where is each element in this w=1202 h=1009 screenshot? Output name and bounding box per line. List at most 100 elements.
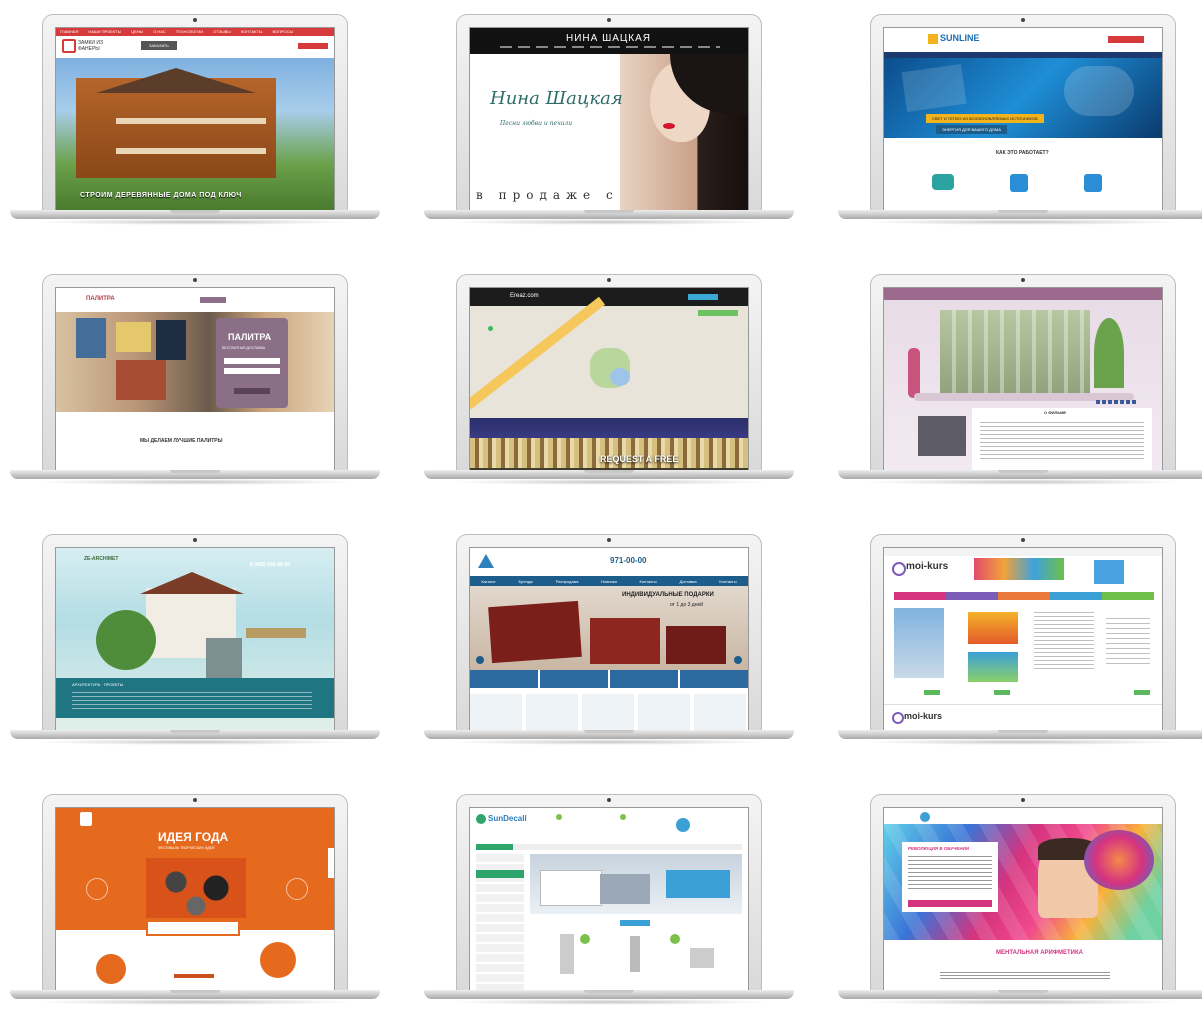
laptop-8: 971-00-00 Каталог Бренды Распродажа Нови… [424, 534, 794, 749]
laptop-base [424, 990, 794, 999]
feature-icon [1084, 174, 1102, 192]
laptop-lid: moi-kurs moi-kurs [870, 534, 1176, 732]
signup-button[interactable] [908, 900, 992, 907]
screen-idea-site: ИДЕЯ ГОДА ФЕСТИВАЛЬ ТВОРЧЕСКИХ ИДЕЙ [56, 808, 334, 990]
nav-item[interactable]: Доставка [679, 579, 696, 584]
header-collage [974, 558, 1064, 580]
screen-film-site: О ФИЛЬМЕ [884, 288, 1162, 470]
laptop-lid: 971-00-00 Каталог Бренды Распродажа Нови… [456, 534, 762, 732]
laptop-lid: О ФИЛЬМЕ [870, 274, 1176, 472]
camera-icon [607, 798, 611, 802]
script-subtitle: Песни любви и печали [500, 120, 573, 127]
card-title: ПАЛИТРА [228, 332, 272, 342]
screen-house-project-site: ZE-ARCHIMET 8 (495) 640-00-00 АРХИТЕКТУР… [56, 548, 334, 730]
phone-number: 8 (495) 640-00-00 [250, 562, 291, 568]
nav-item[interactable]: Контакты [719, 579, 736, 584]
nav-item[interactable]: ТЕХНОЛОГИИ [176, 29, 203, 34]
laptop-6: О ФИЛЬМЕ [838, 274, 1202, 489]
gold-badge[interactable] [246, 628, 306, 638]
nav-item[interactable]: Новинки [601, 579, 617, 584]
promo-text: REQUEST A FREE [600, 454, 679, 464]
side-toolbar[interactable] [328, 848, 334, 878]
submit-button[interactable] [234, 388, 270, 394]
social-icons[interactable] [1096, 400, 1136, 404]
wood-house [76, 78, 276, 178]
site-logo: Ereaz.com [510, 293, 539, 299]
laptop-base [10, 210, 380, 219]
logo-icon [62, 39, 76, 53]
footer-logo: moi-kurs [904, 711, 943, 721]
hero-slogan: ИНДИВИДУАЛЬНЫЕ ПОДАРКИ [622, 592, 714, 598]
screen-courses-site: moi-kurs moi-kurs [884, 548, 1162, 730]
footer-logo-icon [892, 712, 904, 724]
hero-title: ИДЕЯ ГОДА [158, 830, 229, 844]
nav-item[interactable]: О НАС [153, 29, 166, 34]
site-logo: SunDecall [488, 814, 527, 823]
feature-icon [1010, 174, 1028, 192]
site-logo: ПАЛИТРА [86, 296, 115, 302]
laptop-lid: SUNLINE СВЕТ И ТЕПЛО ИЗ ВОЗОБНОВЛЯЕМЫХ И… [870, 14, 1176, 212]
site-logo: ЗАМКИ ИЗ ФАНЕРЫ [78, 40, 104, 52]
laptop-lid: Ereaz.com REQUEST A FREE [456, 274, 762, 472]
laptop-7: ZE-ARCHIMET 8 (495) 640-00-00 АРХИТЕКТУР… [10, 534, 380, 749]
laptop-base [10, 990, 380, 999]
logo-icon [80, 812, 92, 826]
hero-subtitle: ФЕСТИВАЛЬ ТВОРЧЕСКИХ ИДЕЙ [158, 846, 215, 850]
slider-next-icon[interactable] [734, 656, 742, 664]
screen-sundecall-site: SunDecall [470, 808, 748, 990]
camera-icon [193, 278, 197, 282]
map-pin-icon[interactable] [488, 326, 493, 331]
logo-icon [892, 562, 906, 576]
laptop-lid: НИНА ШАЦКАЯ Нина Шацкая Песни любви и пе… [456, 14, 762, 212]
nav-item[interactable]: Контакты [639, 579, 656, 584]
nav-item[interactable]: Бренды [519, 579, 534, 584]
laptop-lid: SunDecall [456, 794, 762, 992]
screen-wooden-house-site: ГЛАВНАЯ НАШИ ПРОЕКТЫ ЦЕНЫ О НАС ТЕХНОЛОГ… [56, 28, 334, 210]
nav-item[interactable]: Распродажа [556, 579, 579, 584]
laptop-base [838, 730, 1202, 739]
cta-button[interactable] [146, 920, 240, 936]
camera-icon [193, 538, 197, 542]
phone-input[interactable] [224, 368, 280, 374]
screen-mental-math-site: РЕВОЛЮЦИЯ В ОБУЧЕНИИ МЕНТАЛЬНАЯ АРИФМЕТИ… [884, 808, 1162, 990]
camera-icon [1021, 18, 1025, 22]
camera-icon [193, 798, 197, 802]
panel-title: О ФИЛЬМЕ [1044, 410, 1067, 415]
section-title: КАК ЭТО РАБОТАЕТ? [996, 150, 1049, 156]
banner-text-1: СВЕТ И ТЕПЛО ИЗ ВОЗОБНОВЛЯЕМЫХ ИСТОЧНИКО… [926, 114, 1044, 123]
laptop-lid: ИДЕЯ ГОДА ФЕСТИВАЛЬ ТВОРЧЕСКИХ ИДЕЙ [42, 794, 348, 992]
slider-prev-icon[interactable] [476, 656, 484, 664]
laptop-base [424, 210, 794, 219]
name-input[interactable] [224, 358, 280, 364]
order-button[interactable]: ЗАКАЗАТЬ [141, 41, 177, 50]
top-tabs[interactable] [476, 844, 742, 850]
nav-item[interactable]: ОТЗЫВЫ [213, 29, 231, 34]
nav-item[interactable]: ГЛАВНАЯ [60, 29, 78, 34]
laptop-base [424, 470, 794, 479]
laptop-12: РЕВОЛЮЦИЯ В ОБУЧЕНИИ МЕНТАЛЬНАЯ АРИФМЕТИ… [838, 794, 1202, 1009]
laptop-base [838, 210, 1202, 219]
laptop-11: SunDecall [424, 794, 794, 1009]
camera-icon [1021, 278, 1025, 282]
main-nav: Каталог Бренды Распродажа Новинки Контак… [470, 576, 748, 586]
banner-text-2: ЭНЕРГИЯ ДЛЯ ВАШЕГО ДОМА [936, 125, 1007, 134]
nav-item[interactable]: НАШИ ПРОЕКТЫ [88, 29, 121, 34]
laptop-lid: ГЛАВНАЯ НАШИ ПРОЕКТЫ ЦЕНЫ О НАС ТЕХНОЛОГ… [42, 14, 348, 212]
laptop-10: ИДЕЯ ГОДА ФЕСТИВАЛЬ ТВОРЧЕСКИХ ИДЕЙ [10, 794, 380, 1009]
logo-icon [920, 812, 930, 822]
nav-item[interactable]: ЦЕНЫ [131, 29, 143, 34]
site-header-title: НИНА ШАЦКАЯ [566, 33, 652, 44]
section-heading: МЫ ДЕЛАЕМ ЛУЧШИЕ ПАЛИТРЫ [140, 438, 223, 444]
screen-singer-site: НИНА ШАЦКАЯ Нина Шацкая Песни любви и пе… [470, 28, 748, 210]
laptop-1: ГЛАВНАЯ НАШИ ПРОЕКТЫ ЦЕНЫ О НАС ТЕХНОЛОГ… [10, 14, 380, 229]
camera-icon [607, 538, 611, 542]
hero-tagline: СТРОИМ ДЕРЕВЯННЫЕ ДОМА ПОД КЛЮЧ [80, 192, 242, 199]
nav-item[interactable]: Каталог [481, 579, 496, 584]
laptop-lid: РЕВОЛЮЦИЯ В ОБУЧЕНИИ МЕНТАЛЬНАЯ АРИФМЕТИ… [870, 794, 1176, 992]
sidebar-login [918, 416, 966, 456]
gadget-collage [146, 858, 246, 918]
nav-item[interactable]: КОНТАКТЫ [241, 29, 263, 34]
laptop-base [10, 730, 380, 739]
nav-item[interactable]: ВОПРОСЫ [272, 29, 293, 34]
category-tabs[interactable] [894, 592, 1154, 600]
